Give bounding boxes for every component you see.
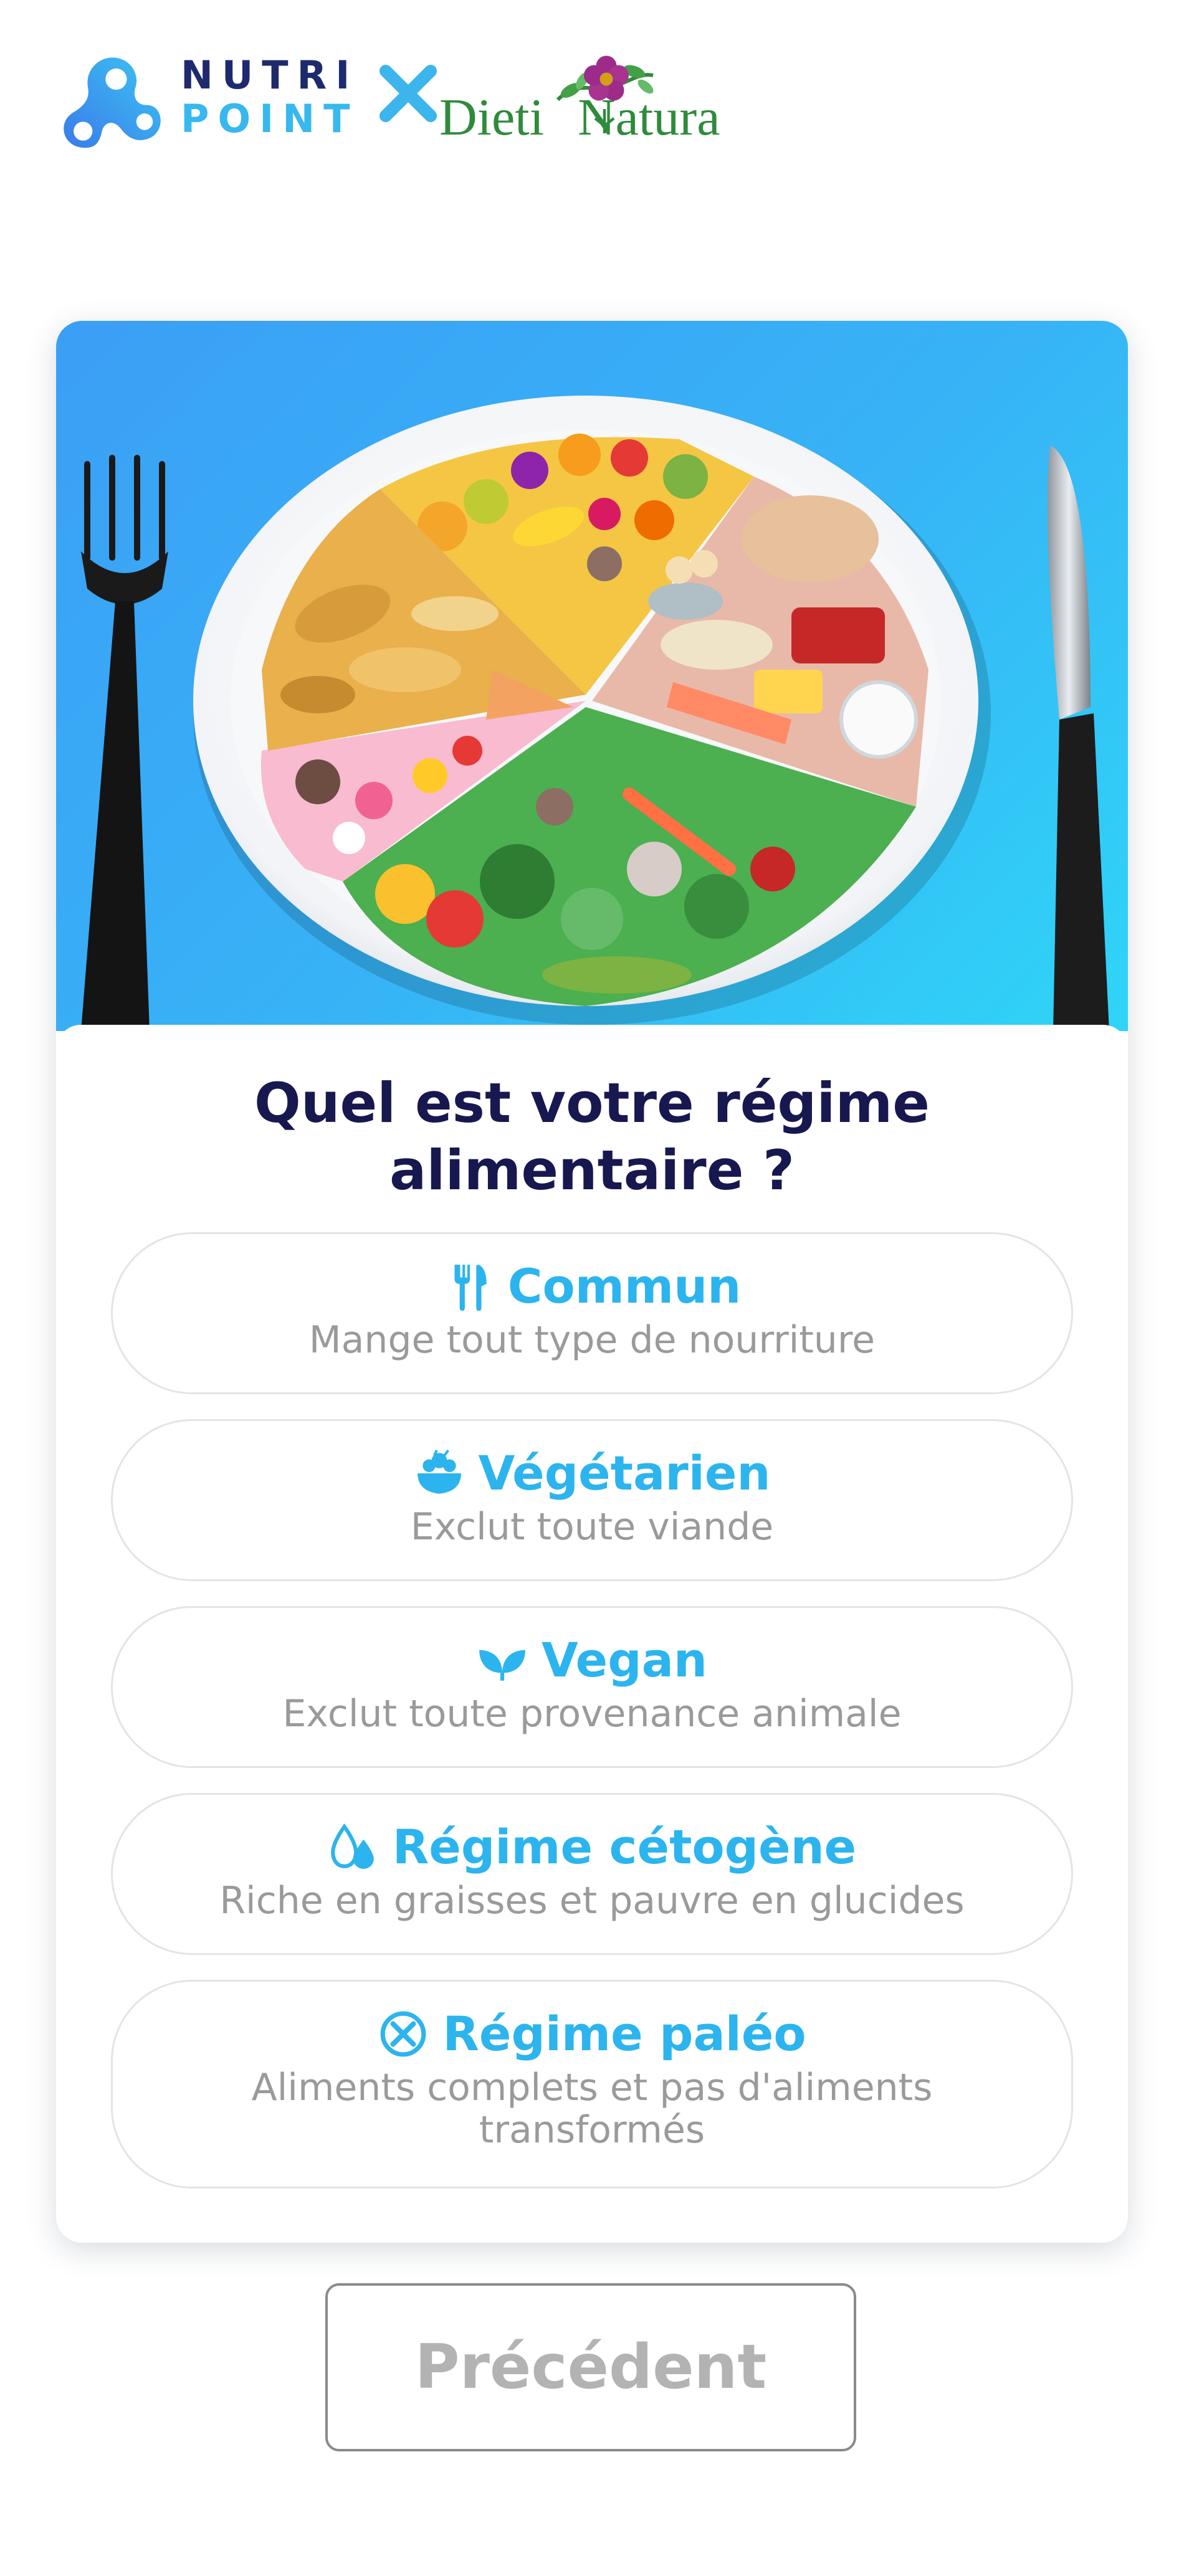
salad-bowl-icon <box>417 1449 461 1494</box>
option-title: Vegan <box>542 1632 707 1688</box>
fork-knife-icon <box>454 1265 487 1311</box>
knife-image <box>1047 445 1109 1031</box>
option-title-row: Commun <box>113 1257 1071 1316</box>
option-title-row: Régime paléo <box>113 2004 1071 2064</box>
option-title-row: Vegan <box>113 1630 1071 1690</box>
option-cetogene[interactable]: Régime cétogène Riche en graisses et pau… <box>111 1793 1073 1955</box>
nutripoint-logo-icon <box>64 57 161 148</box>
nutripoint-line2: POINT <box>181 96 359 141</box>
option-title-row: Végétarien <box>113 1443 1071 1503</box>
option-vegetarien[interactable]: Végétarien Exclut toute viande <box>111 1419 1073 1581</box>
option-subtitle: Exclut toute viande <box>410 1505 774 1549</box>
question-line2: alimentaire ? <box>389 1138 795 1202</box>
leaves-icon <box>479 1650 525 1681</box>
option-title: Régime cétogène <box>392 1819 857 1875</box>
drops-icon <box>330 1823 374 1869</box>
crossed-circle-icon <box>381 2011 426 2057</box>
option-title: Commun <box>507 1258 742 1314</box>
dietinatura-word1: Dieti <box>439 88 544 146</box>
option-subtitle: Mange tout type de nourriture <box>308 1318 876 1362</box>
nutripoint-wordmark: NUTRI POINT <box>181 56 358 138</box>
option-subtitle: Exclut toute provenance animale <box>282 1692 902 1736</box>
option-subtitle: Aliments complets et pas d'aliments tran… <box>251 2066 933 2152</box>
option-commun[interactable]: Commun Mange tout type de nourriture <box>111 1232 1073 1394</box>
fork-image <box>81 455 168 1031</box>
option-title: Végétarien <box>478 1445 771 1501</box>
question-panel: Quel est votre régime alimentaire ? Comm… <box>56 1025 1128 2243</box>
option-subtitle: Riche en graisses et pauvre en glucides <box>219 1879 965 1922</box>
option-paleo[interactable]: Régime paléo Aliments complets et pas d'… <box>111 1980 1073 2189</box>
option-title: Régime paléo <box>442 2006 806 2061</box>
previous-button[interactable]: Précédent <box>325 2283 856 2451</box>
option-title-row: Régime cétogène <box>113 1817 1071 1877</box>
collaboration-x-icon <box>380 65 437 122</box>
dietinatura-wordmark: Dieti Natura <box>439 87 720 148</box>
nutripoint-line1: NUTRI <box>181 52 359 98</box>
dietinatura-word2: Natura <box>577 88 720 146</box>
option-vegan[interactable]: Vegan Exclut toute provenance animale <box>111 1606 1073 1768</box>
question-title: Quel est votre régime alimentaire ? <box>118 1070 1066 1204</box>
food-plate-illustration <box>81 396 1109 1031</box>
question-line1: Quel est votre régime <box>254 1071 930 1135</box>
partner-header: NUTRI POINT Dieti Natura <box>50 37 798 162</box>
hero-image <box>56 321 1128 1031</box>
diet-question-card: Quel est votre régime alimentaire ? Comm… <box>56 321 1128 2243</box>
